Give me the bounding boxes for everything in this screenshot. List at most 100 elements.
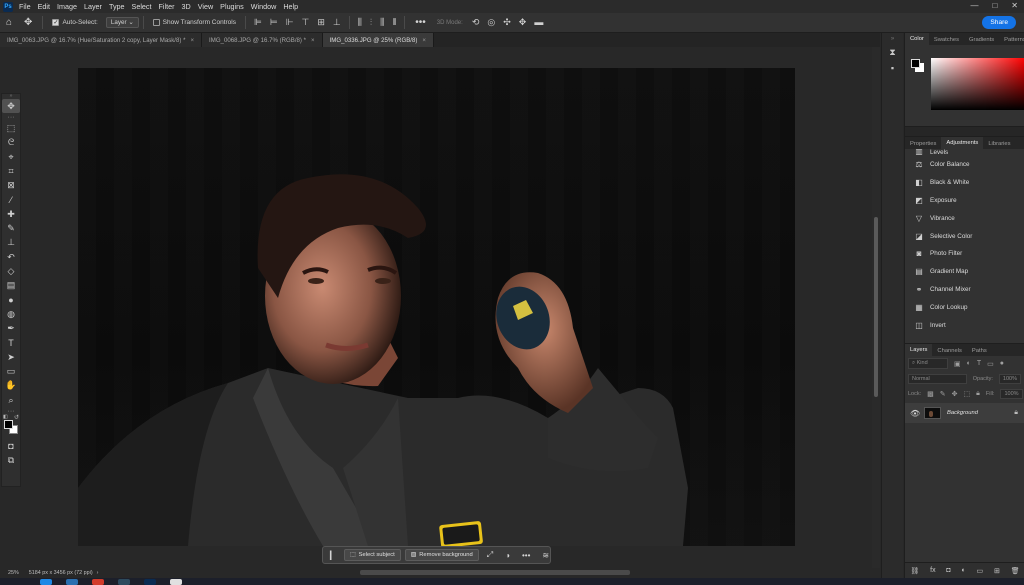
adjustment-selective-color[interactable]: ◪ Selective Color [905,227,1024,245]
lock-move-icon[interactable]: ✥ [952,390,958,398]
zoom-level[interactable]: 25% [8,570,19,576]
menu-type[interactable]: Type [109,2,125,11]
document-info[interactable]: 5184 px x 3456 px (72 ppi) [29,570,93,576]
roll-3d-icon[interactable]: ◎ [487,17,495,28]
taskbar-app-icon[interactable] [170,579,182,585]
quick-mask-icon[interactable]: ◘ [2,439,20,453]
filter-toggle-icon[interactable]: ● [1000,360,1004,367]
taskbar-app-icon[interactable] [92,579,104,585]
menu-edit[interactable]: Edit [38,2,50,11]
dodge-tool-icon[interactable]: ◍ [2,307,20,321]
menu-select[interactable]: Select [132,2,152,11]
adjustment-channel-mixer[interactable]: ⚭ Channel Mixer [905,281,1024,299]
move-tool-preset-icon[interactable]: ✥ [24,17,32,28]
crop-tool-icon[interactable]: ⌗ [2,164,20,178]
share-button[interactable]: Share [982,16,1016,29]
close-tab-icon[interactable]: × [311,37,315,44]
frame-tool-icon[interactable]: ⊠ [2,178,20,192]
blend-mode-dropdown[interactable]: Normal [908,373,967,384]
comments-panel-icon[interactable]: ▪ [882,63,903,73]
hand-tool-icon[interactable]: ✋ [2,379,20,393]
taskbar-app-icon[interactable] [144,579,156,585]
brush-tool-icon[interactable]: ✎ [2,221,20,235]
tab-adjustments[interactable]: Adjustments [941,137,984,149]
more-tools-icon[interactable]: ··· [2,113,20,121]
color-picker-field[interactable] [931,58,1024,110]
new-group-icon[interactable]: ▭ [977,567,984,575]
opacity-field[interactable]: 100% [998,373,1021,384]
scale-3d-icon[interactable]: ▬ [534,17,543,28]
taskbar-handle-icon[interactable]: ▎ [330,551,336,560]
menu-file[interactable]: File [19,2,31,11]
history-panel-icon[interactable]: ⧗ [882,47,903,58]
tab-layers[interactable]: Layers [905,344,933,356]
new-layer-icon[interactable]: ⊞ [994,567,1000,575]
tab-color[interactable]: Color [905,33,929,45]
path-select-tool-icon[interactable]: ➤ [2,350,20,364]
distribute-bottom-icon[interactable]: ⫼ [380,17,384,28]
filter-pixel-icon[interactable]: ▣ [954,360,961,368]
tab-swatches[interactable]: Swatches [929,37,964,45]
move-tool-icon[interactable]: ✥ [2,99,20,114]
close-tab-icon[interactable]: × [422,37,426,44]
tab-patterns[interactable]: Patterns [999,37,1024,45]
zoom-tool-icon[interactable]: ⌕ [2,393,20,407]
taskbar-app-icon[interactable] [118,579,130,585]
taskbar-app-icon[interactable] [66,579,78,585]
panel-foreground-color[interactable] [911,59,920,68]
layer-kind-filter[interactable]: ⌕ Kind [908,358,948,369]
tab-gradients[interactable]: Gradients [964,37,999,45]
more-options-button[interactable]: ••• [415,17,426,28]
quick-select-tool-icon[interactable]: ⌖ [2,150,20,164]
tab-paths[interactable]: Paths [967,348,992,356]
canvas-area[interactable] [0,47,880,568]
screen-mode-icon[interactable]: ⧉ [2,454,20,468]
fx-icon[interactable]: fx [930,567,935,574]
adjustment-photo-filter[interactable]: ◙ Photo Filter [905,245,1024,263]
swap-colors-icon[interactable]: ↺ [14,414,19,421]
auto-select-target-dropdown[interactable]: Layer ⌄ [105,17,139,28]
adjustment-icon[interactable]: ◑ [505,551,510,560]
menu-image[interactable]: Image [57,2,77,11]
slide-3d-icon[interactable]: ✥ [519,17,527,28]
remove-background-button[interactable]: ▨ Remove background [404,549,479,561]
doc-tab-active[interactable]: IMG_0336.JPG @ 25% (RGB/8) × [322,33,434,47]
distribute-top-icon[interactable]: ⫼ [358,17,362,28]
menu-filter[interactable]: Filter [159,2,175,11]
adjustment-gradient-map[interactable]: ▤ Gradient Map [905,263,1024,281]
history-brush-tool-icon[interactable]: ↶ [2,250,20,264]
doc-info-arrow-icon[interactable]: › [97,570,99,576]
doc-tab[interactable]: IMG_0063.JPG @ 16.7% (Hue/Saturation 2 c… [0,33,203,47]
orbit-3d-icon[interactable]: ⟲ [472,17,480,28]
lock-all-icon[interactable]: 🔒︎ [976,390,980,398]
menu-window[interactable]: Window [251,2,277,11]
link-layers-icon[interactable]: ⛓ [910,567,919,575]
align-right-icon[interactable]: ⊩ [286,17,294,28]
collapse-panels-icon[interactable]: » [882,36,903,42]
tab-channels[interactable]: Channels [932,348,967,356]
distribute-vcenter-icon[interactable]: ⫶ [370,17,372,28]
adjustment-vibrance[interactable]: ▽ Vibrance [905,209,1024,227]
align-bottom-icon[interactable]: ⊥ [333,17,341,28]
marquee-tool-icon[interactable]: ⬚ [2,121,20,135]
lock-paint-icon[interactable]: ✎ [940,390,946,398]
distribute-left-icon[interactable]: ⦀ [392,17,396,28]
delete-layer-icon[interactable]: 🗑︎ [1011,567,1020,575]
taskbar-app-icon[interactable] [40,579,52,585]
transform-icon[interactable]: ⤢ [487,550,493,560]
drag-3d-icon[interactable]: ✣ [503,17,511,28]
adjustment-color-balance[interactable]: ⚖ Color Balance [905,156,1024,174]
taskbar-settings-icon[interactable]: ≋ [542,551,549,560]
add-mask-icon[interactable]: ◘ [946,567,950,574]
home-icon[interactable]: ⌂ [6,17,12,28]
foreground-color[interactable] [4,420,13,430]
filter-type-icon[interactable]: T [977,360,981,367]
adjustment-black-white[interactable]: ◧ Black & White [905,174,1024,192]
lock-icon[interactable]: 🔒︎ [1014,409,1018,417]
select-subject-button[interactable]: ⬚ Select subject [344,549,401,561]
maximize-button[interactable]: □ [992,1,997,10]
scroll-thumb[interactable] [874,217,878,397]
more-actions-button[interactable]: ••• [522,551,530,560]
adjustment-exposure[interactable]: ◩ Exposure [905,192,1024,210]
healing-tool-icon[interactable]: ✚ [2,207,20,221]
